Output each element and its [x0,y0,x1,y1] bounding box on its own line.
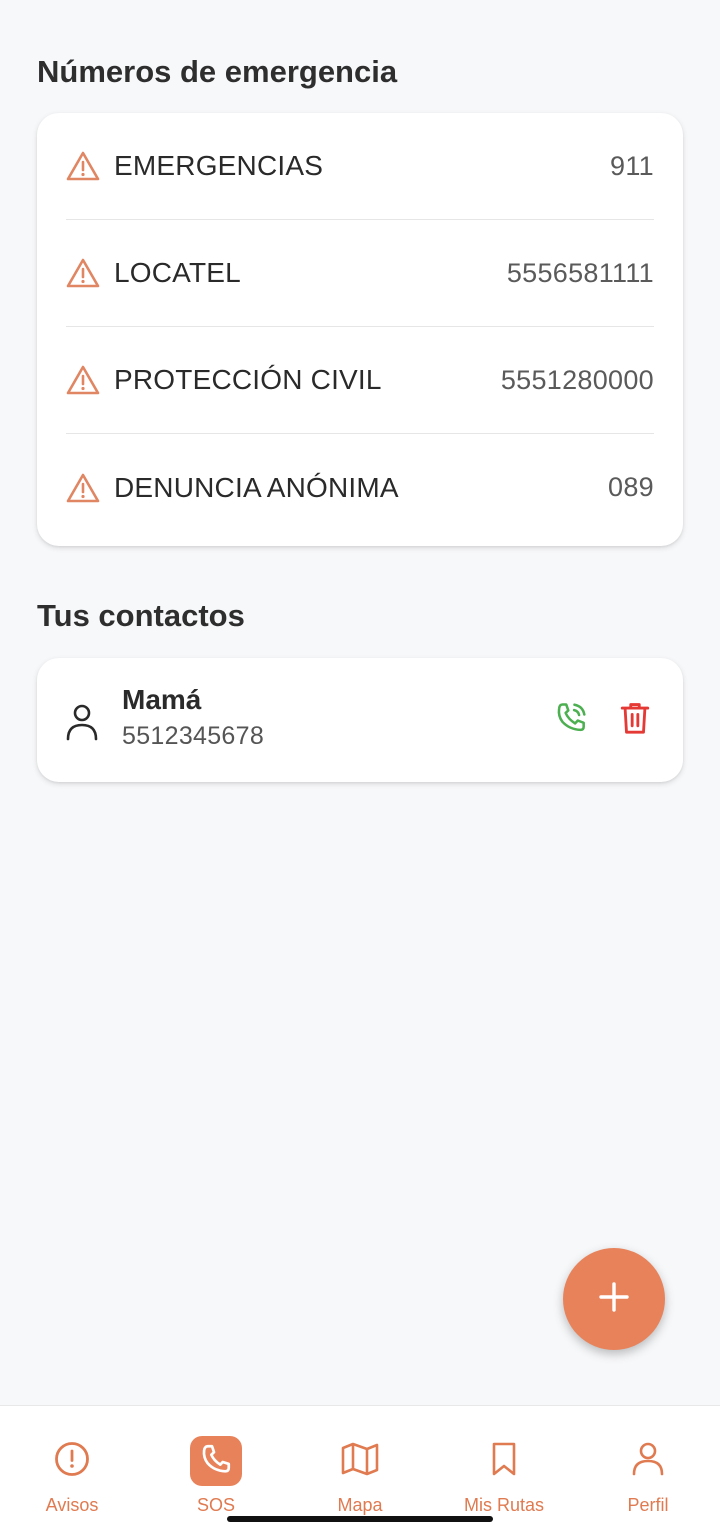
alert-circle-icon [53,1440,91,1483]
nav-item-avisos[interactable]: Avisos [0,1406,144,1516]
bookmark-icon [489,1441,519,1482]
phone-icon [199,1442,233,1481]
plus-icon [597,1280,631,1319]
call-contact-button[interactable] [551,700,591,740]
emergency-row-locatel[interactable]: LOCATEL 5556581111 [66,220,654,327]
add-contact-button[interactable] [563,1248,665,1350]
emergency-number: 5556581111 [506,257,654,288]
nav-item-mis-rutas[interactable]: Mis Rutas [432,1406,576,1516]
nav-item-sos[interactable]: SOS [144,1406,288,1516]
emergency-name: PROTECCIÓN CIVIL [114,364,382,395]
contact-phone: 5512345678 [122,721,265,750]
warning-triangle-icon [66,149,100,183]
emergency-row-emergencias[interactable]: EMERGENCIAS 911 [66,113,654,220]
nav-item-perfil[interactable]: Perfil [576,1406,720,1516]
contact-card: Mamá 5512345678 [37,658,683,782]
warning-triangle-icon [66,363,100,397]
emergency-name: DENUNCIA ANÓNIMA [114,471,399,503]
nav-label: Avisos [45,1495,99,1515]
emergency-name: LOCATEL [114,257,241,288]
contact-name: Mamá [122,683,202,715]
nav-label: Perfil [627,1495,669,1515]
home-indicator[interactable] [227,1516,493,1522]
phone-call-icon [552,699,590,742]
delete-contact-button[interactable] [615,700,655,740]
user-icon [631,1441,665,1482]
bottom-navigation: Avisos SOS Mapa Mis Rutas Perfil [0,1405,720,1534]
contacts-title: Tus contactos [37,598,245,633]
nav-label: Mis Rutas [463,1495,544,1515]
emergency-number: 911 [610,150,654,181]
user-icon [65,702,99,742]
emergency-number: 5551280000 [500,364,654,395]
nav-label: SOS [196,1495,235,1515]
warning-triangle-icon [66,256,100,290]
nav-label: Mapa [337,1495,383,1515]
emergency-numbers-title: Números de emergencia [37,54,398,89]
emergency-number: 089 [608,472,654,502]
emergency-row-denuncia-anonima[interactable]: DENUNCIA ANÓNIMA 089 [66,434,654,541]
nav-item-mapa[interactable]: Mapa [288,1406,432,1516]
emergency-numbers-card: EMERGENCIAS 911 LOCATEL 5556581111 PROTE… [37,113,683,546]
contact-info: Mamá 5512345678 [122,684,551,751]
warning-triangle-icon [66,471,100,505]
emergency-row-proteccion-civil[interactable]: PROTECCIÓN CIVIL 5551280000 [66,327,654,434]
emergency-name: EMERGENCIAS [114,150,324,181]
map-icon [340,1441,380,1482]
trash-icon [618,699,652,742]
